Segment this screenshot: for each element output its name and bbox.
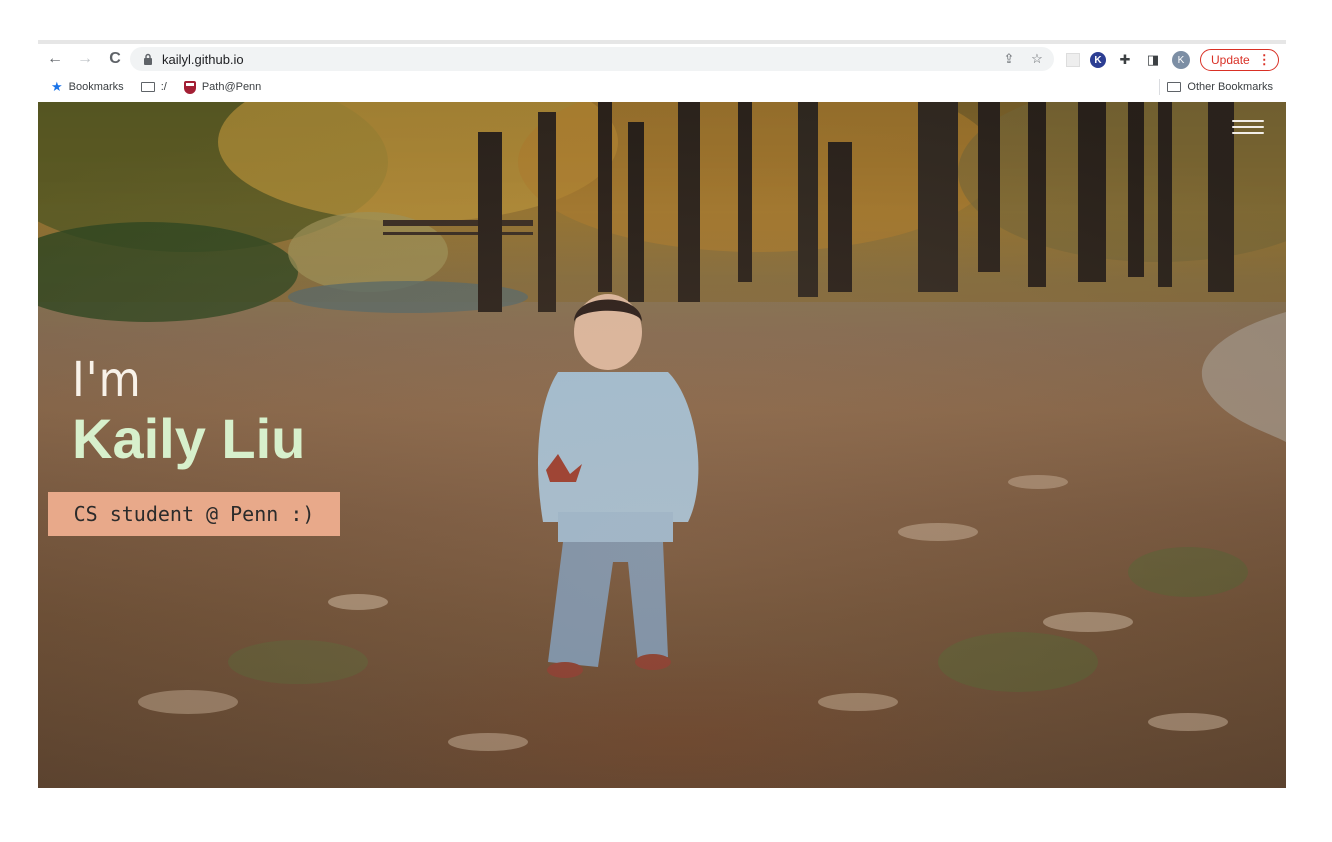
reload-icon[interactable]: C	[102, 46, 128, 72]
side-panel-icon[interactable]: ◨	[1144, 51, 1162, 69]
update-button[interactable]: Update ⋮	[1200, 49, 1279, 71]
extensions-area: K ✚ ◨ K Update ⋮	[1066, 48, 1279, 72]
extension-k-icon[interactable]: K	[1090, 52, 1106, 68]
more-vert-icon: ⋮	[1257, 52, 1271, 67]
bookmark-star-icon[interactable]: ☆	[1028, 50, 1046, 68]
avatar[interactable]: K	[1172, 51, 1190, 69]
url-text[interactable]: kailyl.github.io	[162, 52, 244, 67]
share-icon[interactable]: ⇪	[1000, 50, 1018, 68]
hero-section: I'm Kaily Liu CS student @ Penn :)	[38, 102, 1286, 788]
star-icon: ★	[51, 79, 63, 94]
hamburger-menu-icon[interactable]	[1232, 120, 1264, 136]
hero-intro: I'm Kaily Liu	[72, 356, 305, 469]
puzzle-icon[interactable]: ✚	[1116, 51, 1134, 69]
hero-name: Kaily Liu	[72, 407, 306, 470]
extension-blank-icon[interactable]	[1066, 53, 1080, 67]
bookmark-bookmarks[interactable]: ★ Bookmarks	[51, 79, 124, 95]
bookmarks-bar: ★ Bookmarks :/ Path@Penn Other Bookmarks	[38, 76, 1286, 98]
folder-icon	[140, 82, 155, 92]
bookmark-folder[interactable]: :/	[140, 81, 167, 93]
browser-toolbar: ← → C kailyl.github.io ⇪ ☆ K ✚ ◨ K Updat…	[38, 44, 1286, 74]
forward-icon[interactable]: →	[72, 46, 98, 72]
bookmark-label: :/	[160, 81, 167, 93]
lock-icon	[142, 53, 154, 65]
other-bookmarks[interactable]: Other Bookmarks	[1167, 81, 1273, 93]
folder-icon	[1167, 82, 1182, 92]
bookmark-label: Bookmarks	[68, 81, 124, 93]
update-label: Update	[1211, 53, 1250, 67]
browser-window: ← → C kailyl.github.io ⇪ ☆ K ✚ ◨ K Updat…	[38, 40, 1286, 788]
bookmarks-divider	[1159, 79, 1160, 95]
bookmark-label: Path@Penn	[201, 81, 262, 93]
greeting-text: I'm	[72, 352, 142, 408]
other-bookmarks-label: Other Bookmarks	[1187, 81, 1273, 93]
tagline-badge: CS student @ Penn :)	[48, 492, 340, 536]
bookmark-path-at-penn[interactable]: Path@Penn	[183, 80, 262, 94]
penn-shield-icon	[183, 80, 196, 94]
address-bar[interactable]: kailyl.github.io ⇪ ☆	[130, 47, 1054, 71]
back-icon[interactable]: ←	[42, 46, 68, 72]
